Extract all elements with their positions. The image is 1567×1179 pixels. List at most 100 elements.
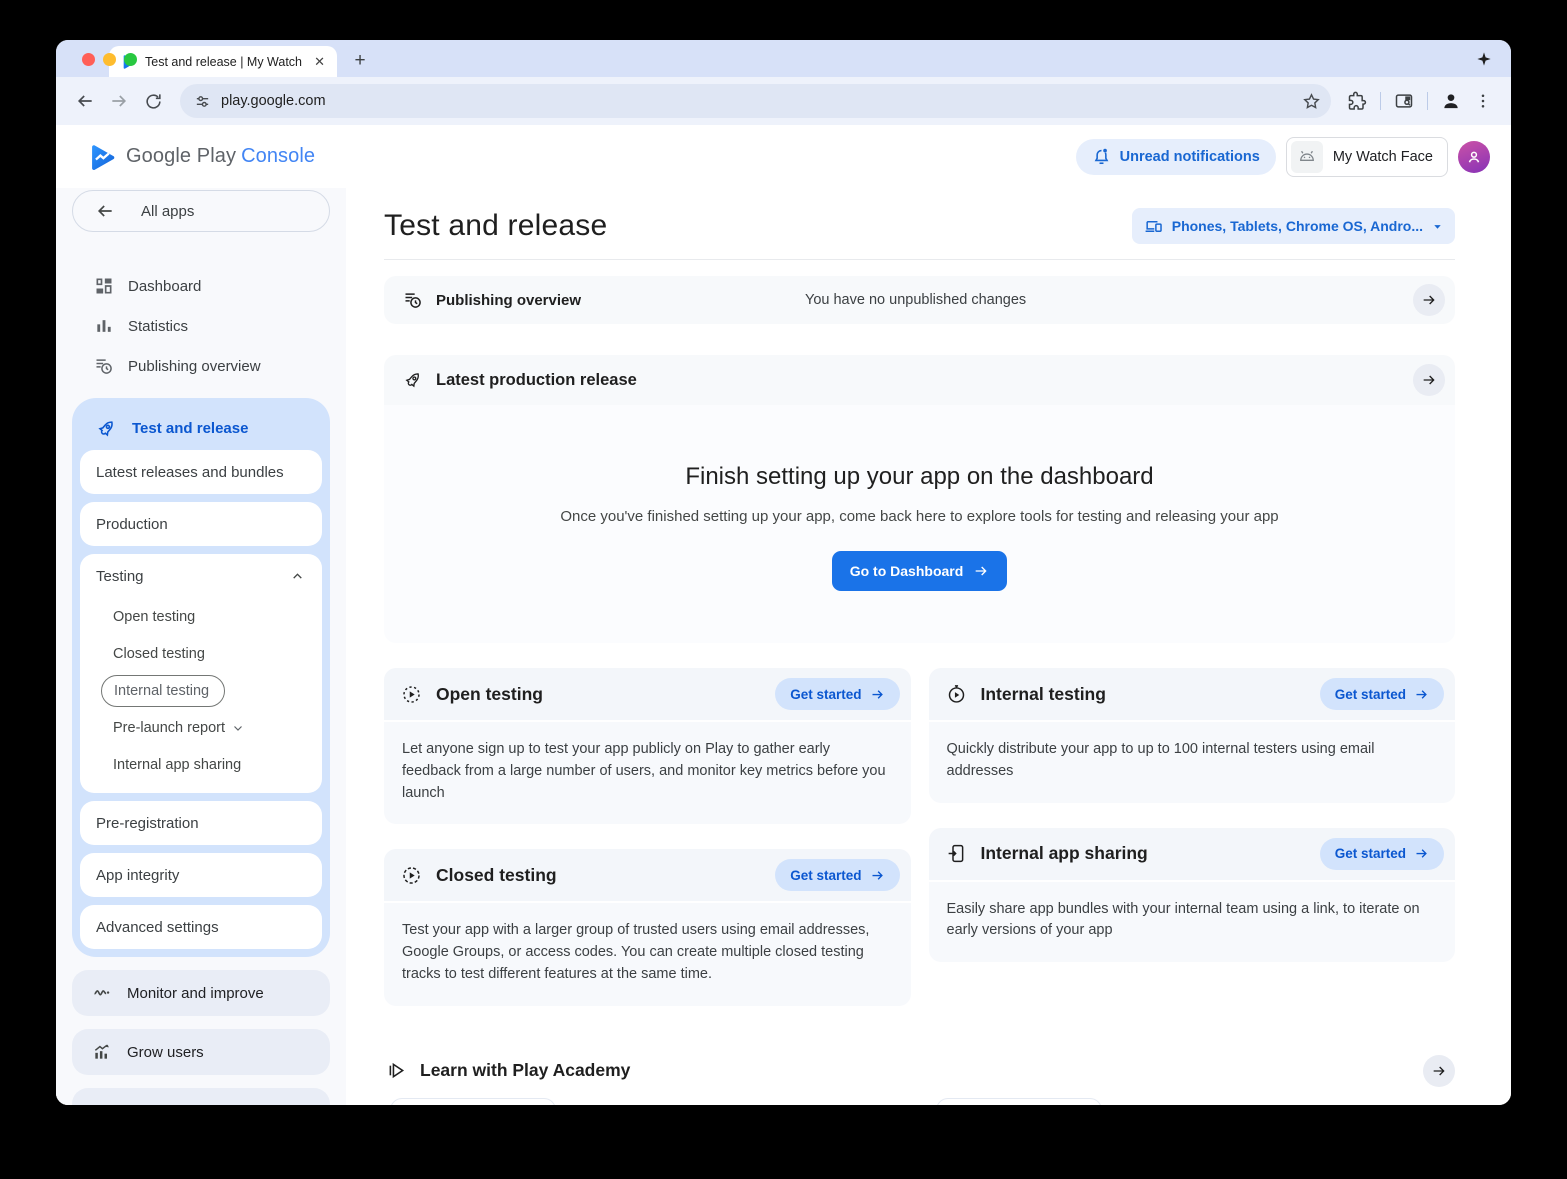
app-selector[interactable]: My Watch Face bbox=[1286, 137, 1448, 177]
sparkle-icon[interactable] bbox=[1471, 46, 1497, 72]
menu-dots-icon[interactable] bbox=[1469, 87, 1497, 115]
profile-icon[interactable] bbox=[1437, 87, 1465, 115]
divider bbox=[384, 259, 1455, 260]
sidebar-item-label: Grow users bbox=[127, 1044, 204, 1061]
finish-setup-heading: Finish setting up your app on the dashbo… bbox=[424, 463, 1415, 491]
go-to-dashboard-button[interactable]: Go to Dashboard bbox=[832, 551, 1008, 591]
open-testing-icon bbox=[401, 684, 422, 705]
arrow-right-icon bbox=[973, 563, 989, 579]
sidebar-item-open-testing[interactable]: Open testing bbox=[113, 598, 322, 635]
finish-setup-panel: Finish setting up your app on the dashbo… bbox=[384, 405, 1455, 643]
open-publishing-overview-button[interactable] bbox=[1413, 284, 1445, 316]
bookmark-star-icon[interactable] bbox=[1297, 87, 1325, 115]
browser-tab[interactable]: Test and release | My Watch F ✕ bbox=[109, 46, 337, 77]
address-bar[interactable]: play.google.com bbox=[180, 84, 1331, 118]
extensions-icon[interactable] bbox=[1343, 87, 1371, 115]
chevron-down-icon bbox=[232, 722, 244, 734]
sidebar-item-grow-users[interactable]: Grow users bbox=[72, 1029, 330, 1075]
card-description: Let anyone sign up to test your app publ… bbox=[384, 722, 911, 824]
toolbar-divider bbox=[1427, 92, 1428, 110]
sidebar-item-closed-testing[interactable]: Closed testing bbox=[113, 635, 322, 672]
open-testing-get-started-button[interactable]: Get started bbox=[775, 678, 899, 710]
card-description: Easily share app bundles with your inter… bbox=[929, 882, 1456, 963]
section-title: Learn with Play Academy bbox=[420, 1060, 1410, 1081]
console-header: Google PlayConsole Unread notifications … bbox=[56, 125, 1511, 188]
all-apps-label: All apps bbox=[141, 203, 194, 220]
go-to-dashboard-label: Go to Dashboard bbox=[850, 563, 964, 579]
sidebar-item-testing[interactable]: Testing bbox=[80, 554, 322, 598]
course-thumbnail[interactable] bbox=[936, 1098, 1102, 1106]
open-latest-release-button[interactable] bbox=[1413, 364, 1445, 396]
browser-toolbar: play.google.com bbox=[56, 77, 1511, 125]
card-description: Quickly distribute your app to up to 100… bbox=[929, 722, 1456, 803]
sidebar-item-dashboard[interactable]: Dashboard bbox=[72, 266, 330, 306]
unread-notifications-button[interactable]: Unread notifications bbox=[1076, 139, 1276, 175]
arrow-right-icon bbox=[1421, 372, 1437, 388]
minimize-window-button[interactable] bbox=[103, 53, 116, 66]
reload-icon[interactable] bbox=[138, 86, 168, 116]
arrow-right-icon bbox=[1421, 292, 1437, 308]
close-window-button[interactable] bbox=[82, 53, 95, 66]
closed-testing-get-started-button[interactable]: Get started bbox=[775, 859, 899, 891]
sidebar-item-partial[interactable] bbox=[72, 1088, 330, 1105]
sidebar-item-pre-launch-report[interactable]: Pre-launch report bbox=[113, 709, 322, 746]
arrow-right-icon bbox=[870, 687, 885, 702]
monitor-pulse-icon bbox=[92, 983, 112, 1003]
sidebar-item-publishing-overview[interactable]: Publishing overview bbox=[72, 346, 330, 386]
back-icon[interactable] bbox=[70, 86, 100, 116]
publishing-overview-card[interactable]: Publishing overview You have no unpublis… bbox=[384, 276, 1455, 324]
sidebar-item-internal-app-sharing[interactable]: Internal app sharing bbox=[113, 746, 322, 783]
get-started-label: Get started bbox=[790, 868, 861, 883]
arrow-right-icon bbox=[870, 868, 885, 883]
all-apps-button[interactable]: All apps bbox=[72, 190, 330, 232]
card-title: Internal app sharing bbox=[981, 843, 1306, 864]
play-console-logo-icon bbox=[88, 143, 116, 171]
internal-testing-card: Internal testing Get started Quickly dis… bbox=[929, 668, 1456, 803]
internal-testing-get-started-button[interactable]: Get started bbox=[1320, 678, 1444, 710]
sidebar-item-label: Pre-registration bbox=[96, 815, 199, 832]
browser-window: Test and release | My Watch F ✕ + play.g… bbox=[56, 40, 1511, 1105]
maximize-window-button[interactable] bbox=[124, 53, 137, 66]
url-text[interactable]: play.google.com bbox=[221, 93, 1287, 109]
new-tab-button[interactable]: + bbox=[347, 48, 373, 74]
dropdown-arrow-icon bbox=[1432, 221, 1443, 232]
site-settings-icon[interactable] bbox=[194, 93, 211, 110]
sidebar-item-latest-releases[interactable]: Latest releases and bundles bbox=[80, 450, 322, 494]
back-arrow-icon bbox=[95, 201, 115, 221]
tab-strip: Test and release | My Watch F ✕ + bbox=[56, 40, 1511, 77]
sidebar-group-testing: Testing Open testing Closed testing Inte… bbox=[80, 554, 322, 793]
sidebar-item-test-and-release[interactable]: Test and release bbox=[80, 406, 322, 450]
course-title: Publish your release bbox=[1116, 1105, 1258, 1106]
notification-bell-icon bbox=[1092, 147, 1111, 166]
sidebar-item-app-integrity[interactable]: App integrity bbox=[80, 853, 322, 897]
play-academy-icon bbox=[386, 1060, 407, 1081]
internal-app-sharing-get-started-button[interactable]: Get started bbox=[1320, 838, 1444, 870]
sidebar-item-statistics[interactable]: Statistics bbox=[72, 306, 330, 346]
testing-sublist: Open testing Closed testing Internal tes… bbox=[80, 598, 322, 793]
tab-close-icon[interactable]: ✕ bbox=[310, 54, 329, 70]
side-panel-search-icon[interactable] bbox=[1390, 87, 1418, 115]
account-avatar[interactable] bbox=[1458, 141, 1490, 173]
sidebar-item-internal-testing[interactable]: Internal testing bbox=[113, 672, 322, 709]
latest-production-release-header[interactable]: Latest production release bbox=[384, 355, 1455, 405]
open-play-academy-button[interactable] bbox=[1423, 1055, 1455, 1087]
sidebar-item-pre-registration[interactable]: Pre-registration bbox=[80, 801, 322, 845]
forward-icon[interactable] bbox=[104, 86, 134, 116]
play-console-logo[interactable]: Google PlayConsole bbox=[88, 143, 315, 171]
sidebar-item-label: Test and release bbox=[132, 420, 248, 437]
play-academy-section: Learn with Play Academy Set up an open, … bbox=[384, 1048, 1455, 1106]
sidebar-item-label: Dashboard bbox=[128, 278, 201, 295]
sidebar-item-monitor-and-improve[interactable]: Monitor and improve bbox=[72, 970, 330, 1016]
arrow-right-icon bbox=[1414, 846, 1429, 861]
sidebar-item-production[interactable]: Production bbox=[80, 502, 322, 546]
chevron-up-icon bbox=[291, 570, 304, 583]
test-and-release-section: Test and release Latest releases and bun… bbox=[72, 398, 330, 957]
devices-icon bbox=[1144, 217, 1163, 236]
sidebar-item-label: App integrity bbox=[96, 867, 179, 884]
device-filter-dropdown[interactable]: Phones, Tablets, Chrome OS, Andro... bbox=[1132, 208, 1455, 244]
course-thumbnail[interactable] bbox=[390, 1098, 556, 1106]
sidebar-item-label: Closed testing bbox=[113, 646, 205, 662]
publishing-overview-icon bbox=[94, 356, 114, 376]
grow-users-icon bbox=[92, 1042, 112, 1062]
sidebar-item-advanced-settings[interactable]: Advanced settings bbox=[80, 905, 322, 949]
